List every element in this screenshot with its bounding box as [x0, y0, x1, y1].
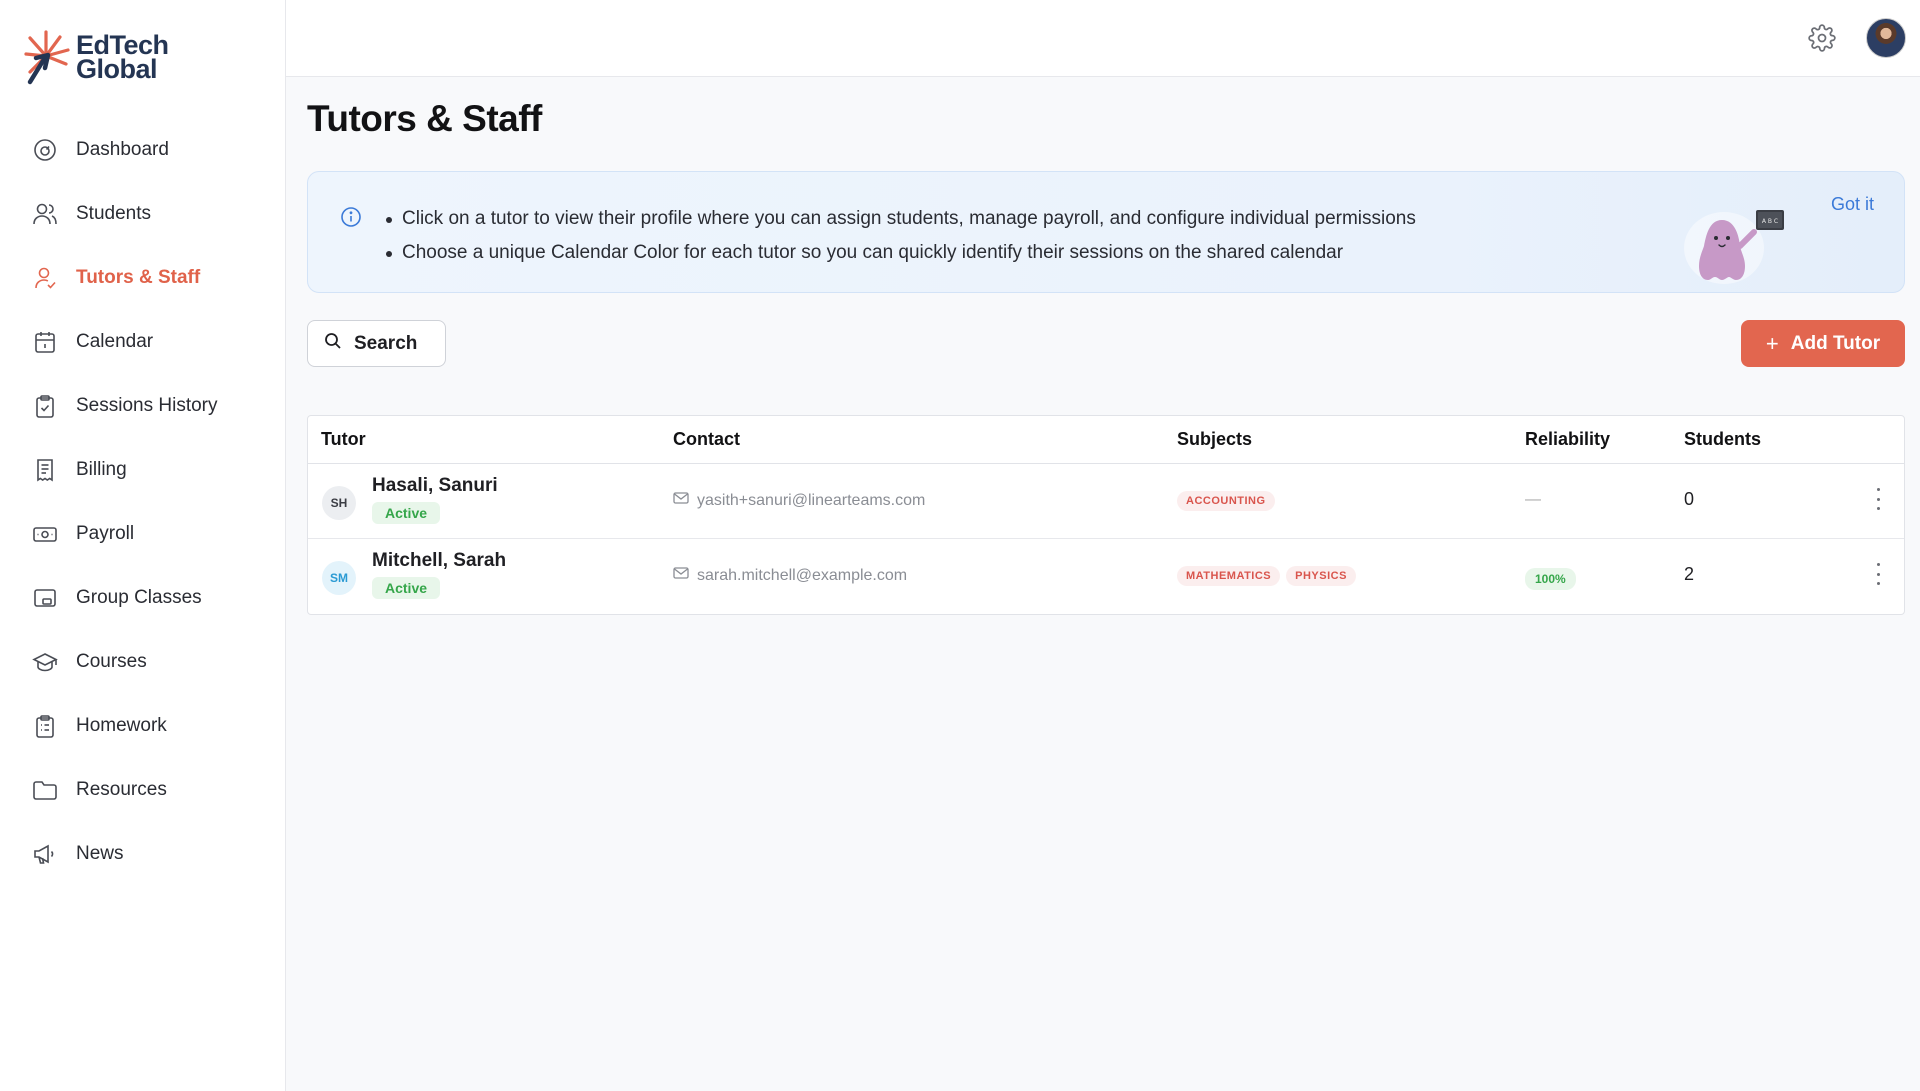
tutors-table: Tutor Contact Subjects Reliability Stude… — [307, 415, 1905, 615]
table-row[interactable]: SM Mitchell, Sarah Active sarah.mitchell… — [308, 539, 1904, 614]
presentation-icon — [32, 585, 58, 611]
tutor-name[interactable]: Hasali, Sanuri — [372, 475, 498, 497]
user-avatar[interactable] — [1866, 18, 1906, 58]
tutor-name[interactable]: Mitchell, Sarah — [372, 550, 506, 572]
user-check-icon — [32, 265, 58, 291]
sidebar-item-label: Homework — [76, 715, 167, 736]
reliability-value: — — [1525, 491, 1541, 508]
sidebar-item-label: News — [76, 843, 124, 864]
mail-icon — [673, 566, 689, 585]
sidebar-item-label: Group Classes — [76, 587, 202, 608]
plus-icon: + — [1765, 330, 1779, 356]
graduation-cap-icon — [32, 649, 58, 675]
contact-cell: sarah.mitchell@example.com — [673, 566, 907, 585]
reliability-badge: 100% — [1525, 568, 1576, 590]
column-header-tutor[interactable]: Tutor — [321, 429, 366, 450]
info-bullet: Click on a tutor to view their profile w… — [386, 202, 1416, 236]
clipboard-check-icon — [32, 393, 58, 419]
tutor-initials-avatar: SH — [322, 486, 356, 520]
logo-wordmark: EdTech Global — [76, 32, 169, 84]
sidebar-item-label: Tutors & Staff — [76, 267, 201, 288]
add-tutor-button[interactable]: + Add Tutor — [1741, 320, 1905, 367]
sidebar-item-label: Sessions History — [76, 395, 218, 416]
sidebar-item-resources[interactable]: Resources — [0, 758, 286, 822]
students-count: 0 — [1684, 489, 1695, 509]
subjects-cell: ACCOUNTING — [1177, 491, 1275, 511]
sidebar-item-billing[interactable]: Billing — [0, 438, 286, 502]
sidebar-item-courses[interactable]: Courses — [0, 630, 286, 694]
info-icon — [340, 206, 362, 228]
sidebar-item-students[interactable]: Students — [0, 182, 286, 246]
sidebar-item-payroll[interactable]: Payroll — [0, 502, 286, 566]
sidebar-item-calendar[interactable]: Calendar — [0, 310, 286, 374]
sidebar-item-label: Dashboard — [76, 139, 169, 160]
sidebar-item-dashboard[interactable]: Dashboard — [0, 118, 286, 182]
logo-line-2: Global — [76, 54, 158, 84]
logo-burst-icon — [24, 30, 70, 85]
logo[interactable]: EdTech Global — [24, 28, 169, 86]
info-list: Click on a tutor to view their profile w… — [386, 202, 1416, 270]
sidebar-item-label: Calendar — [76, 331, 154, 352]
search-button[interactable]: Search — [307, 320, 446, 367]
sidebar-item-label: Students — [76, 203, 151, 224]
mail-icon — [673, 491, 689, 510]
students-count: 2 — [1684, 564, 1695, 584]
calendar-icon — [32, 329, 58, 355]
sidebar-item-group-classes[interactable]: Group Classes — [0, 566, 286, 630]
status-badge: Active — [372, 502, 441, 524]
sidebar-nav: Dashboard Students Tutors & Staff Calend… — [0, 118, 286, 886]
megaphone-icon — [32, 841, 58, 867]
dashboard-gauge-icon — [32, 137, 58, 163]
sidebar-item-tutors-staff[interactable]: Tutors & Staff — [0, 246, 286, 310]
tutor-initials-avatar: SM — [322, 561, 356, 595]
receipt-icon — [32, 457, 58, 483]
subjects-cell: MATHEMATICS PHYSICS — [1177, 566, 1356, 586]
users-icon — [32, 201, 58, 227]
sidebar-item-news[interactable]: News — [0, 822, 286, 886]
topbar — [286, 0, 1920, 77]
subject-tag: ACCOUNTING — [1177, 491, 1275, 511]
status-badge: Active — [372, 577, 441, 599]
column-header-reliability[interactable]: Reliability — [1525, 429, 1610, 450]
table-header: Tutor Contact Subjects Reliability Stude… — [308, 416, 1904, 464]
info-bullet: Choose a unique Calendar Color for each … — [386, 236, 1416, 270]
clipboard-list-icon — [32, 713, 58, 739]
chalkboard-text: A B C — [1762, 218, 1778, 225]
banknote-icon — [32, 521, 58, 547]
info-banner: Click on a tutor to view their profile w… — [307, 171, 1905, 293]
sidebar-item-sessions-history[interactable]: Sessions History — [0, 374, 286, 438]
column-header-contact[interactable]: Contact — [673, 429, 740, 450]
sidebar-item-label: Payroll — [76, 523, 135, 544]
tutor-email[interactable]: sarah.mitchell@example.com — [697, 567, 907, 585]
subject-tag: PHYSICS — [1286, 566, 1356, 586]
table-row[interactable]: SH Hasali, Sanuri Active yasith+sanuri@l… — [308, 464, 1904, 539]
column-header-students[interactable]: Students — [1684, 429, 1761, 450]
sidebar-item-label: Resources — [76, 779, 167, 800]
sidebar-item-homework[interactable]: Homework — [0, 694, 286, 758]
got-it-button[interactable]: Got it — [1831, 194, 1874, 215]
mascot-illustration: A B C — [1684, 210, 1784, 284]
contact-cell: yasith+sanuri@linearteams.com — [673, 491, 925, 510]
page-title: Tutors & Staff — [307, 98, 542, 139]
row-actions-menu-icon[interactable] — [1874, 488, 1882, 510]
tutor-email[interactable]: yasith+sanuri@linearteams.com — [697, 492, 925, 510]
subject-tag: MATHEMATICS — [1177, 566, 1281, 586]
add-tutor-label: Add Tutor — [1790, 332, 1881, 354]
column-header-subjects[interactable]: Subjects — [1177, 429, 1252, 450]
gear-icon[interactable] — [1808, 24, 1836, 52]
sidebar-item-label: Courses — [76, 651, 147, 672]
folder-icon — [32, 777, 58, 803]
sidebar: EdTech Global Dashboard Students Tutors … — [0, 0, 286, 1091]
sidebar-item-label: Billing — [76, 459, 127, 480]
search-icon — [324, 332, 342, 355]
search-label: Search — [354, 332, 418, 354]
row-actions-menu-icon[interactable] — [1874, 563, 1882, 585]
